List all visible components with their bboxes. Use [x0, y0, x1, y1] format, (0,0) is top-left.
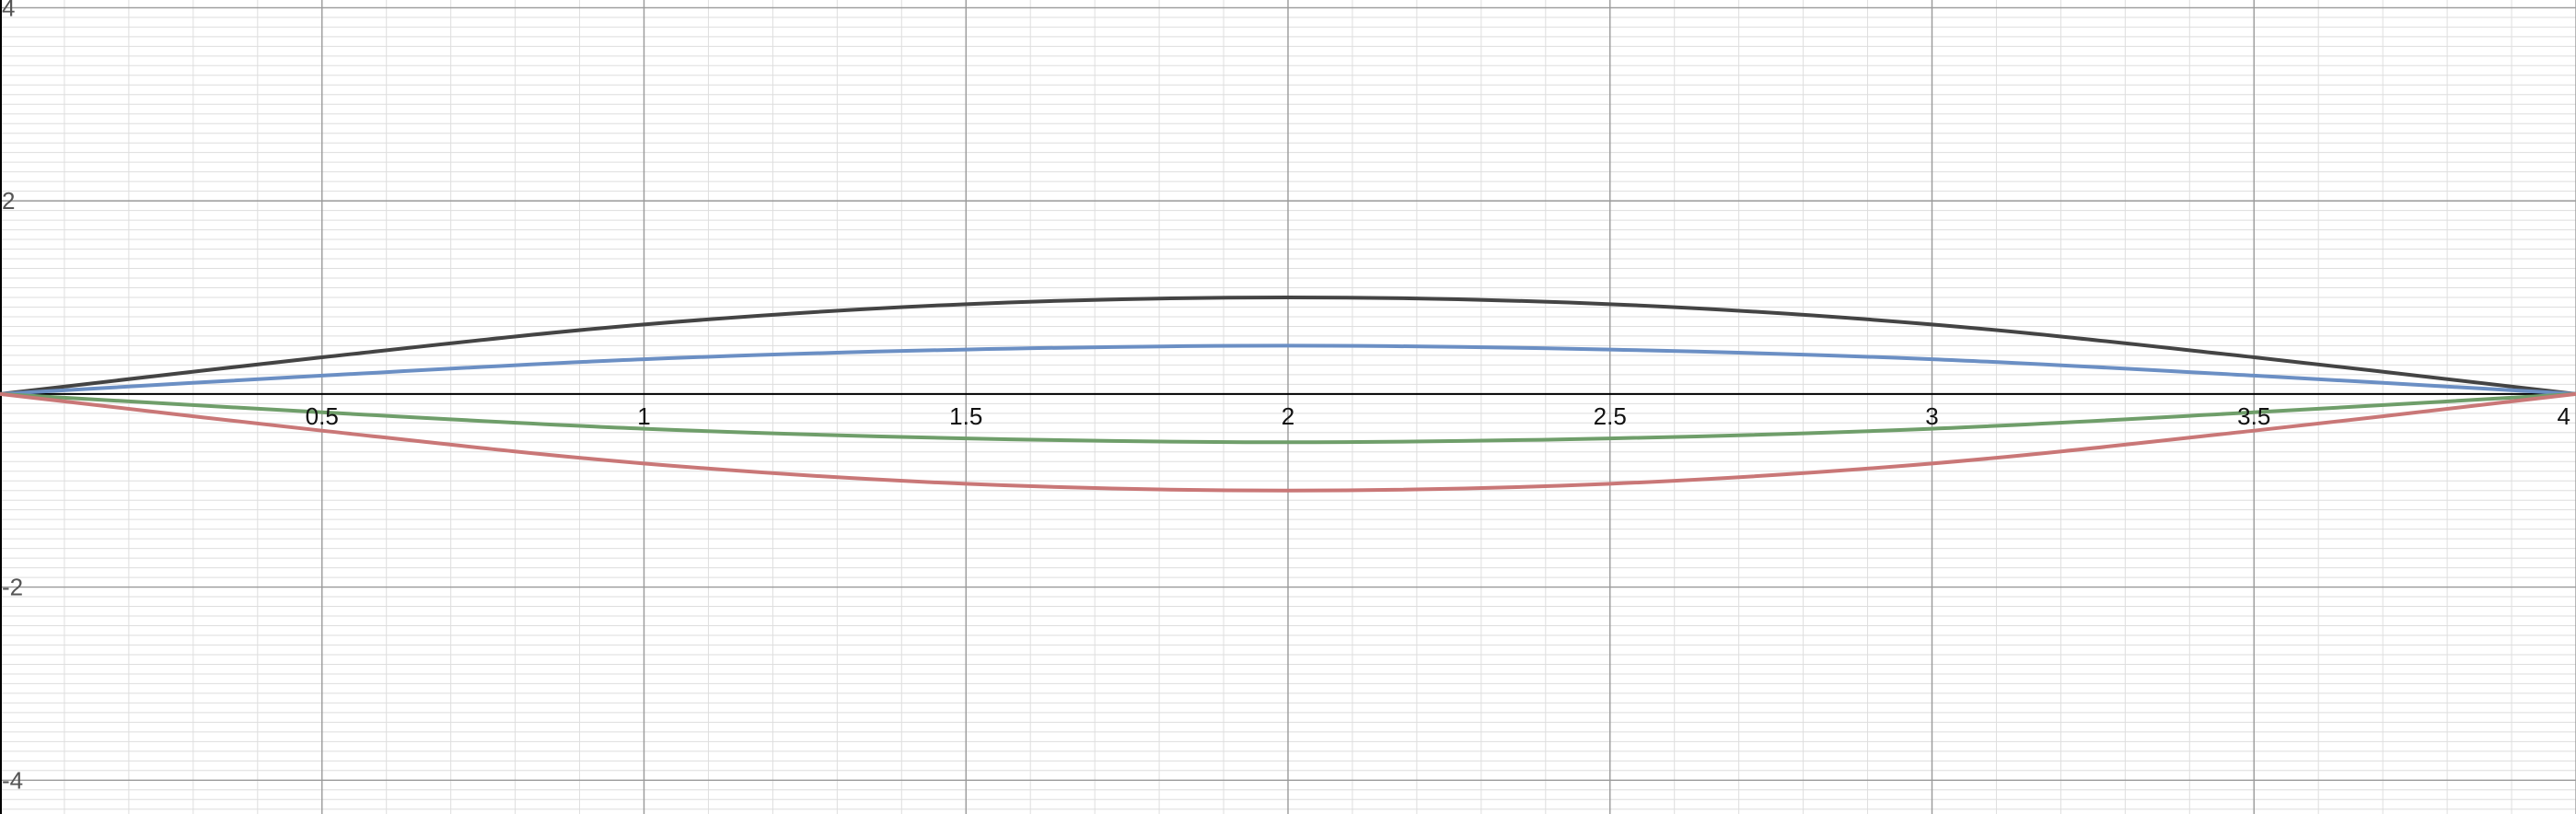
x-tick-label: 3	[1925, 402, 1938, 430]
x-tick-label: 1.5	[949, 402, 982, 430]
x-tick-label: 3.5	[2237, 402, 2270, 430]
x-tick-label: 4	[2558, 402, 2570, 430]
y-tick-label: 2	[2, 187, 15, 215]
x-tick-label: 0.5	[306, 402, 339, 430]
x-tick-label: 2.5	[1594, 402, 1627, 430]
y-tick-label: 4	[2, 0, 15, 21]
x-tick-label: 2	[1282, 402, 1294, 430]
function-plot: 0.5 1 1.5 2 2.5 3 3.5 4 4 2 -2 -4	[0, 0, 2576, 814]
y-tick-label: -2	[2, 574, 23, 601]
y-tick-label: -4	[2, 766, 23, 794]
x-tick-label: 1	[637, 402, 650, 430]
